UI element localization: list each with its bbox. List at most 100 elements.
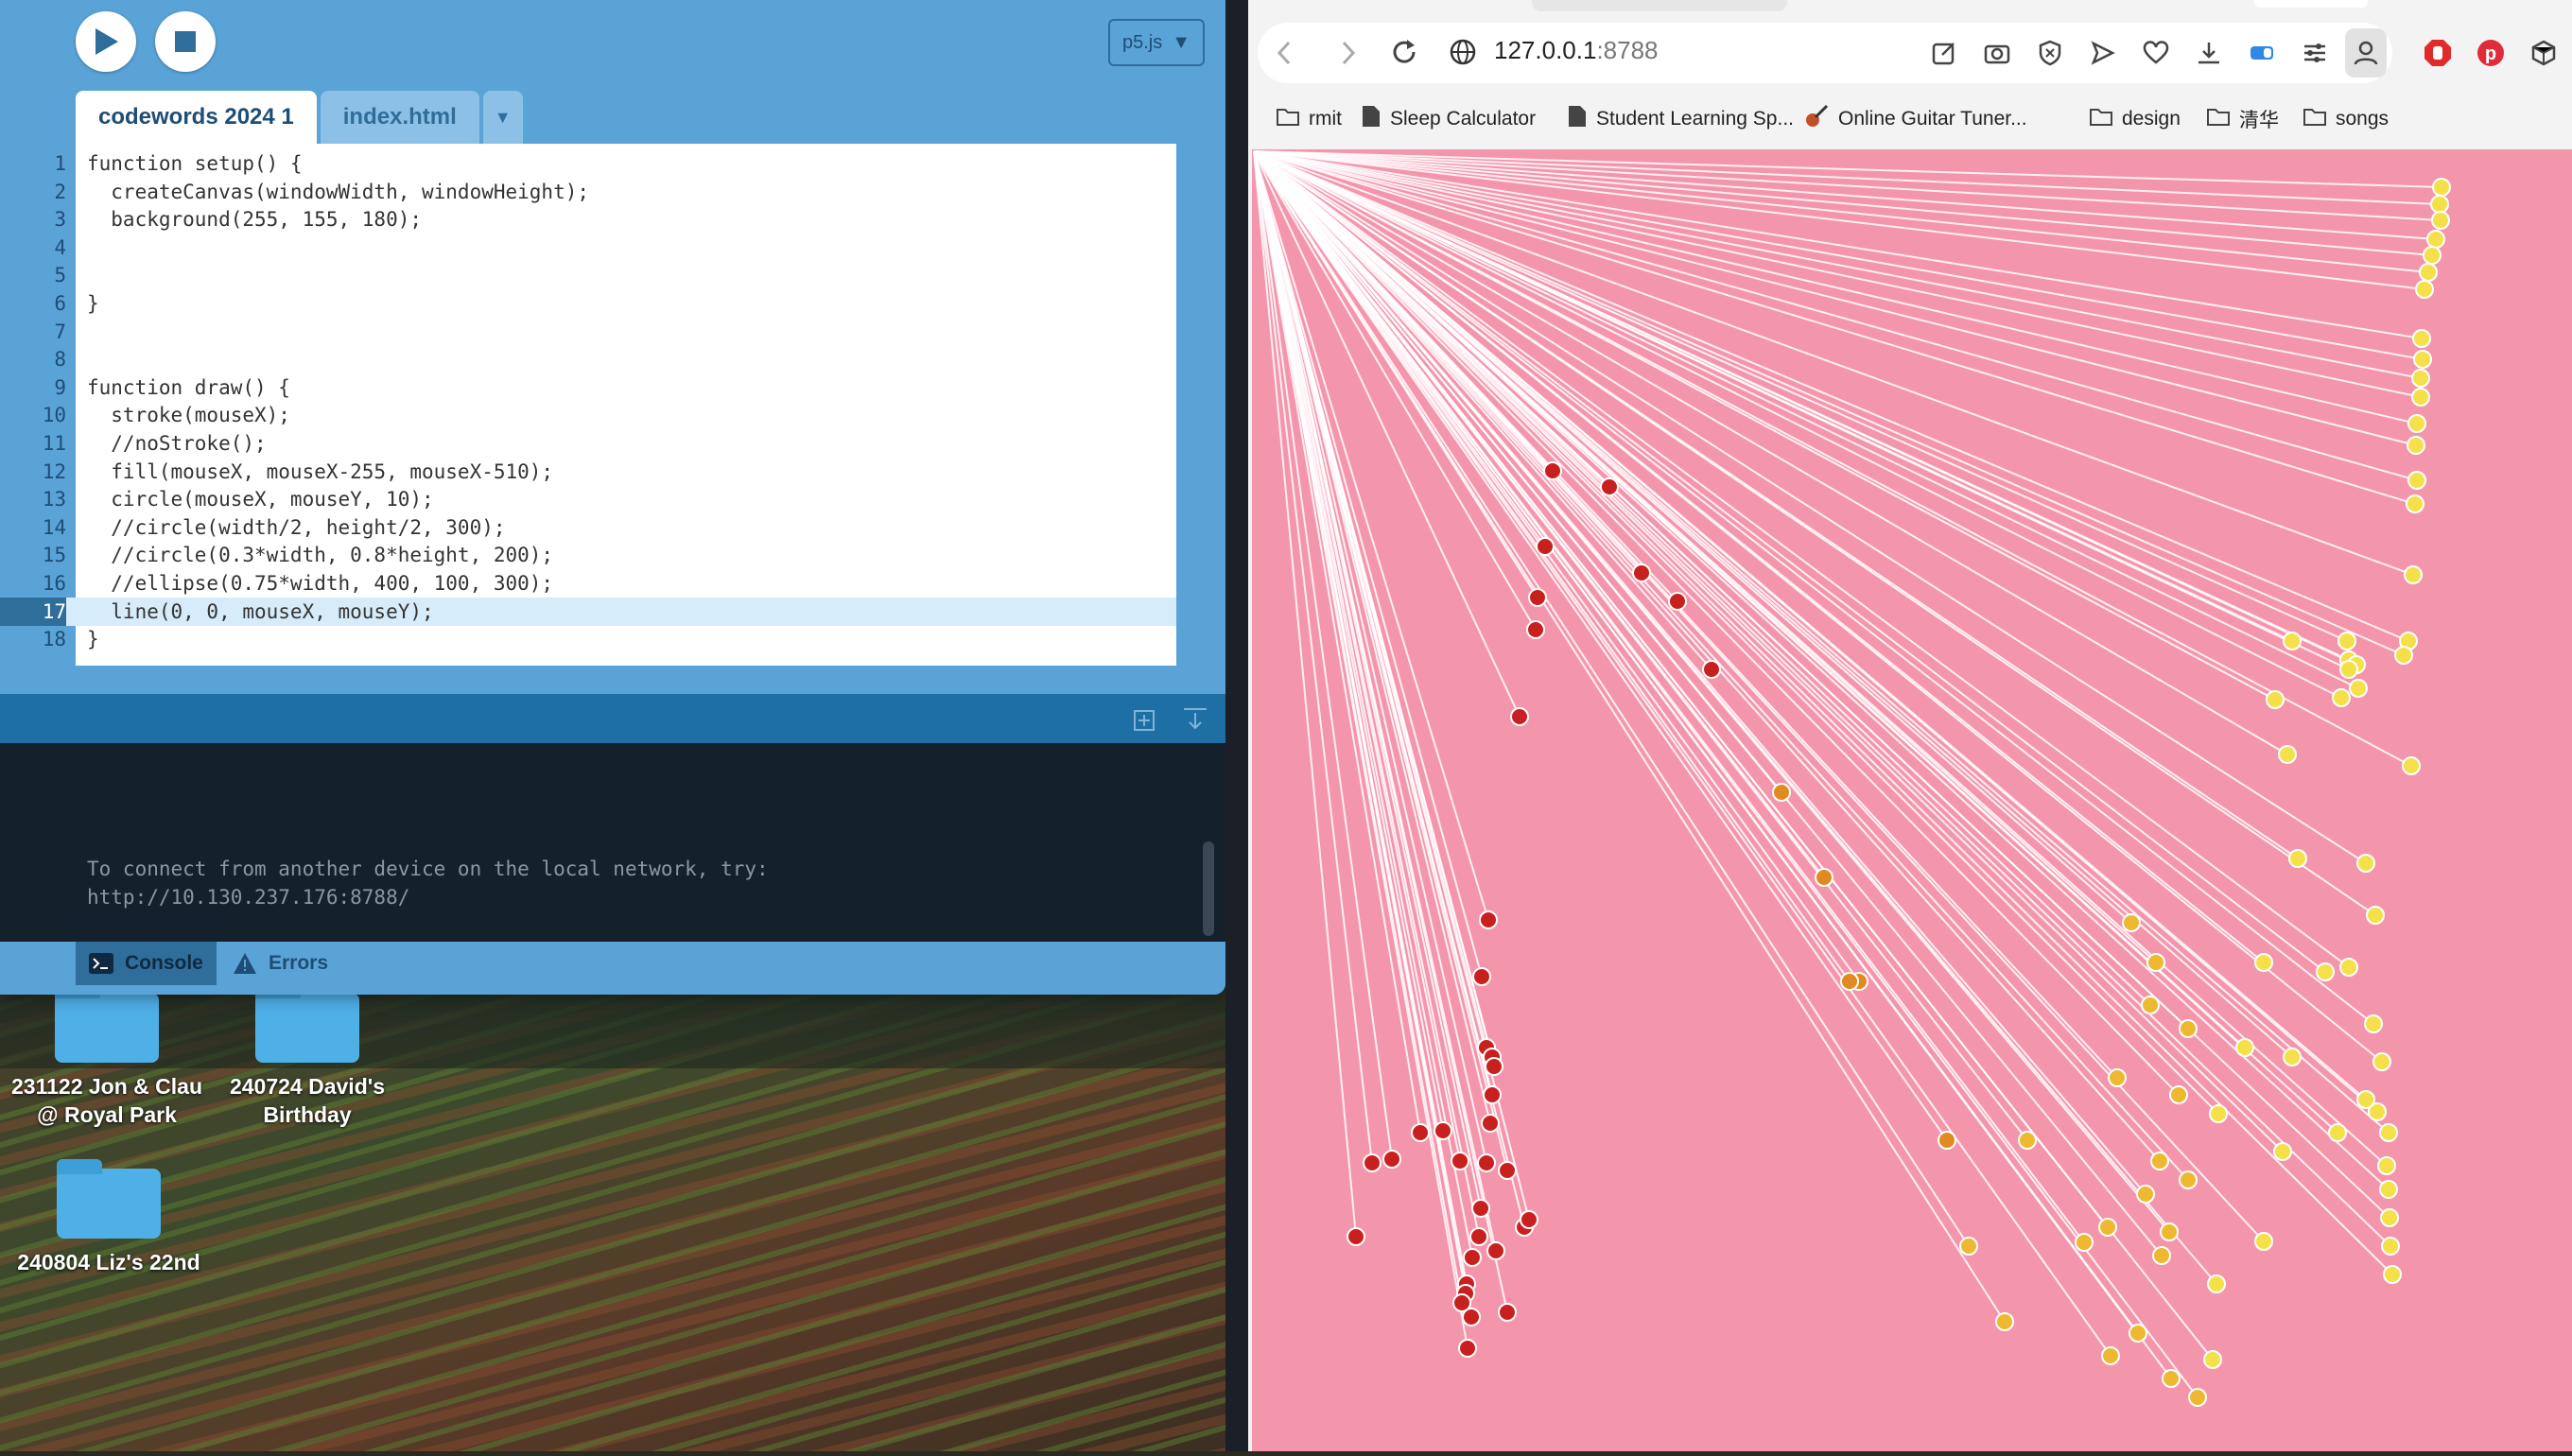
console-tab[interactable]: Console xyxy=(76,942,217,985)
code-line[interactable]: 14 //circle(width/2, height/2, 300); xyxy=(0,513,1176,542)
sketch-circle xyxy=(2283,632,2302,650)
errors-tab[interactable]: Errors xyxy=(219,942,341,985)
bookmark-item[interactable]: 清华 xyxy=(2207,102,2279,136)
sketch-circle xyxy=(1543,461,1562,480)
folder-icon xyxy=(57,1159,161,1239)
code-line[interactable]: 4 xyxy=(0,234,1176,262)
sketch-line xyxy=(1253,150,2348,642)
bookmark-item[interactable]: rmit xyxy=(1277,102,1342,136)
code-line[interactable]: 13 circle(mouseX, mouseY, 10); xyxy=(0,485,1176,513)
tab-index-html[interactable]: index.html xyxy=(320,91,479,144)
desktop-folder-david-birthday[interactable]: 240724 David's Birthday xyxy=(208,983,407,1129)
line-number: 7 xyxy=(54,320,66,343)
expand-console-icon[interactable] xyxy=(1133,705,1159,732)
code-line[interactable]: 6} xyxy=(0,289,1176,318)
send-icon[interactable] xyxy=(2086,36,2120,70)
desktop-folder-liz-22nd[interactable]: 240804 Liz's 22nd xyxy=(9,1159,208,1276)
bookmark-item[interactable]: Sleep Calculator xyxy=(1362,102,1536,136)
desktop-folder-label: 240804 Liz's 22nd xyxy=(17,1250,200,1274)
edit-icon[interactable] xyxy=(1927,36,1961,70)
code-line[interactable]: 17 line(0, 0, mouseX, mouseY); xyxy=(0,597,1176,626)
code-line[interactable]: 5 xyxy=(0,261,1176,289)
tab-label: codewords 2024 1 xyxy=(98,104,294,130)
line-number: 3 xyxy=(54,208,66,232)
code-line[interactable]: 9 function draw() { xyxy=(0,373,1176,402)
tab-menu-button[interactable]: ▼ xyxy=(482,91,523,144)
code-line[interactable]: 10 stroke(mouseX); xyxy=(0,401,1176,429)
code-line[interactable]: 18} xyxy=(0,625,1176,653)
shield-icon[interactable] xyxy=(2033,36,2067,70)
sketch-circle xyxy=(2101,1346,2120,1365)
reload-icon[interactable] xyxy=(1390,38,1418,66)
play-button[interactable] xyxy=(76,11,136,72)
code-line[interactable]: 1 function setup() { xyxy=(0,149,1176,178)
sketch-circle xyxy=(1600,477,1619,496)
sketch-line xyxy=(1253,150,2425,290)
url-port: :8788 xyxy=(1596,36,1659,64)
heart-icon[interactable] xyxy=(2139,36,2173,70)
pinterest-icon[interactable]: p xyxy=(2474,36,2508,70)
sketch-circle xyxy=(2431,211,2450,230)
line-number: 6 xyxy=(54,292,66,315)
console-output: To connect from another device on the lo… xyxy=(0,743,1225,942)
sketch-circle xyxy=(2179,1170,2198,1189)
sketch-circle xyxy=(2364,1014,2383,1033)
desktop-folder-jon-clau[interactable]: 231122 Jon & Clau @ Royal Park xyxy=(8,983,206,1129)
bookmark-item[interactable]: Online Guitar Tuner... xyxy=(1804,102,2027,136)
code-line[interactable]: 12 fill(mouseX, mouseX-255, mouseX-510); xyxy=(0,458,1176,486)
library-select[interactable]: p5.js ▼ xyxy=(1108,19,1205,66)
profile-icon[interactable] xyxy=(2345,28,2387,78)
sketch-circle xyxy=(1451,1152,1469,1170)
guitar-icon xyxy=(1804,104,1829,134)
code-line[interactable]: 3 background(255, 155, 180); xyxy=(0,205,1176,234)
code-text: background(255, 155, 180); xyxy=(87,208,423,232)
sketch-circle xyxy=(2413,350,2432,369)
p5-editor-window: p5.js ▼ codewords 2024 1 index.html ▼ 1f… xyxy=(0,0,1225,995)
sketch-circle xyxy=(1477,1153,1496,1172)
sketch-circle xyxy=(2152,1246,2171,1265)
sketch-circle xyxy=(2380,1208,2399,1227)
download-icon[interactable] xyxy=(2192,36,2226,70)
sketch-circle xyxy=(2283,1048,2302,1066)
extension-toggle-icon[interactable] xyxy=(2245,36,2279,70)
bookmark-item[interactable]: design xyxy=(2090,102,2181,136)
sketch-circle xyxy=(2337,632,2356,650)
code-text: function setup() { xyxy=(87,152,303,175)
collapse-console-icon[interactable] xyxy=(1182,705,1208,732)
adblock-icon[interactable] xyxy=(2421,36,2455,70)
code-text: //ellipse(0.75*width, 400, 100, 300); xyxy=(87,572,554,595)
settings-sliders-icon[interactable] xyxy=(2298,36,2332,70)
sketch-circle xyxy=(1382,1150,1401,1169)
code-line[interactable]: 15 //circle(0.3*width, 0.8*height, 200); xyxy=(0,541,1176,569)
url-text[interactable]: 127.0.0.1:8788 xyxy=(1494,36,1659,65)
console-scrollbar[interactable] xyxy=(1203,841,1214,936)
forward-icon[interactable] xyxy=(1339,40,1358,66)
line-number: 5 xyxy=(54,264,66,287)
camera-icon[interactable] xyxy=(1980,36,2014,70)
desktop-folder-label: 231122 Jon & Clau @ Royal Park xyxy=(11,1074,202,1127)
sketch-line xyxy=(1253,150,1421,1134)
sketch-circle xyxy=(1481,1114,1500,1133)
sketch-circle xyxy=(1959,1237,1978,1256)
line-number: 14 xyxy=(42,515,66,539)
cube-extension-icon[interactable] xyxy=(2527,36,2561,70)
p5-sketch-canvas[interactable] xyxy=(1252,149,2572,1451)
code-line[interactable]: 2 createCanvas(windowWidth, windowHeight… xyxy=(0,178,1176,206)
code-line[interactable]: 8 xyxy=(0,345,1176,373)
bookmark-item[interactable]: songs xyxy=(2303,102,2389,136)
code-line[interactable]: 11 //noStroke(); xyxy=(0,429,1176,458)
sketch-circle xyxy=(2404,565,2423,584)
code-editor[interactable]: 1 function setup() {2 createCanvas(window… xyxy=(0,144,1176,666)
terminal-icon xyxy=(89,953,113,974)
code-line[interactable]: 7 xyxy=(0,318,1176,346)
tab-sketch[interactable]: codewords 2024 1 xyxy=(76,91,317,144)
line-number: 10 xyxy=(42,404,66,427)
stop-button[interactable] xyxy=(155,11,216,72)
bookmark-item[interactable]: Student Learning Sp... xyxy=(1568,102,1794,136)
back-icon[interactable] xyxy=(1275,40,1294,66)
code-text: stroke(mouseX); xyxy=(87,404,290,427)
sketch-circle xyxy=(2407,414,2426,433)
code-line[interactable]: 16 //ellipse(0.75*width, 400, 100, 300); xyxy=(0,569,1176,598)
sketch-circle xyxy=(1479,910,1498,929)
sketch-circle xyxy=(1411,1123,1430,1142)
